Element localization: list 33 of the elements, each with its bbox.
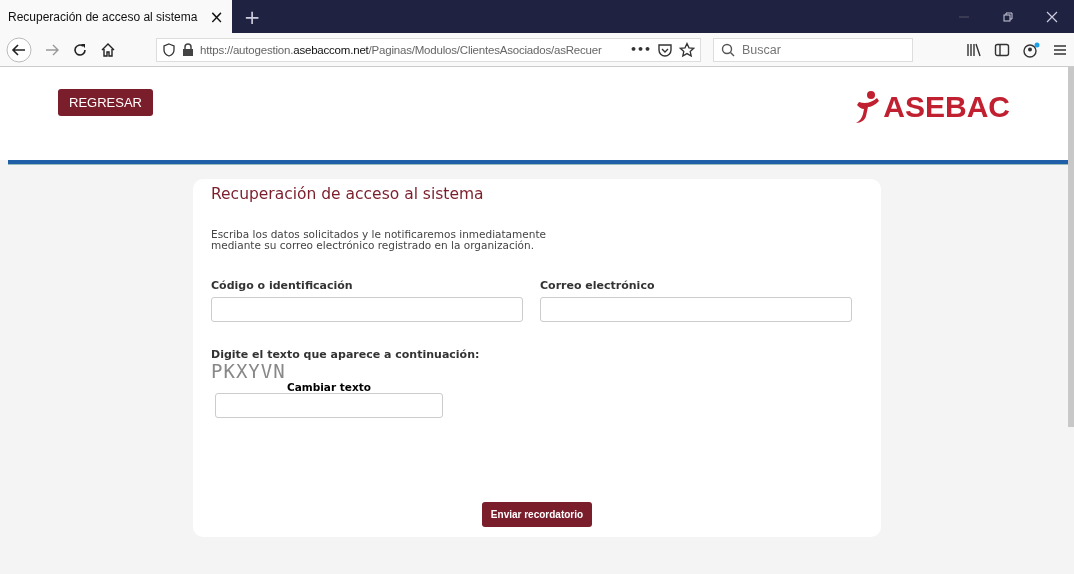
field-label: Código o identificación [211, 279, 354, 292]
pocket-icon[interactable] [657, 41, 673, 58]
reload-icon[interactable] [72, 41, 88, 58]
shield-icon[interactable] [162, 42, 176, 57]
address-bar[interactable]: https://autogestion.asebaccom.net/Paginas/Modulos/ClientesAsociados/asRecuer ••• [156, 37, 701, 62]
lock-icon [182, 42, 194, 57]
field-label: Correo electrónico [540, 279, 656, 292]
star-icon[interactable] [679, 41, 695, 58]
library-icon[interactable] [966, 41, 982, 58]
tab-close-button[interactable]: × [209, 6, 224, 27]
home-icon[interactable] [100, 41, 116, 58]
account-icon[interactable] [1022, 41, 1040, 58]
back-icon[interactable] [6, 36, 32, 63]
url-text: https://autogestion.asebaccom.net/Paginas/Modulos/ClientesAsociados/asRecuer [200, 43, 603, 56]
tab-title: Recuperación de acceso al sistema [8, 9, 198, 24]
submit-button[interactable]: Enviar recordatorio [481, 502, 593, 527]
change-text-link[interactable]: Cambiar texto [287, 381, 371, 393]
browser-tab[interactable]: Recuperación de acceso al sistema × [0, 0, 232, 33]
sidebar-icon[interactable] [994, 41, 1010, 58]
back-button[interactable]: REGRESAR [58, 89, 153, 116]
captcha-field[interactable] [215, 393, 443, 418]
new-tab-button[interactable]: + [243, 4, 261, 29]
captcha-text: PKXYVN [211, 361, 286, 381]
search-field[interactable]: Buscar [713, 37, 913, 62]
captcha-label: Digite el texto que aparece a continuación: [211, 348, 480, 361]
logo-text: ASEBAC [883, 90, 1010, 124]
more-button[interactable]: ••• [629, 43, 651, 56]
restore-icon[interactable] [1002, 10, 1014, 23]
description-text: Escriba los datos solicitados y le notificaremos inmediatamente mediante su correo electrónico registrado en la organización. [211, 229, 546, 251]
text-field[interactable] [211, 297, 523, 322]
close-icon[interactable] [1046, 10, 1058, 23]
form-title: Recuperación de acceso al sistema [211, 185, 484, 203]
text-field[interactable] [540, 297, 852, 322]
